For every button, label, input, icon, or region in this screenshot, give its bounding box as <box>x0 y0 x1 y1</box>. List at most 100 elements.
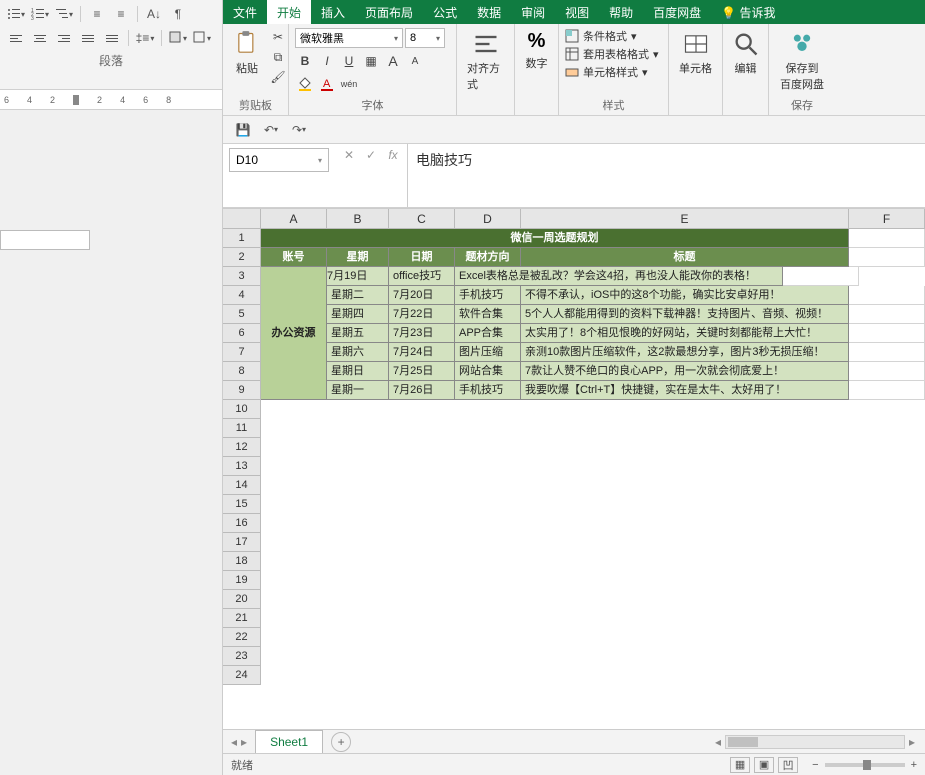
select-all-corner[interactable] <box>223 209 261 229</box>
cell[interactable]: 标题 <box>521 248 849 267</box>
tab-view[interactable]: 视图 <box>555 0 599 24</box>
row-header[interactable]: 17 <box>223 533 261 552</box>
indent-increase-icon[interactable]: ≡ <box>111 4 131 24</box>
formula-bar[interactable]: 电脑技巧 <box>407 144 925 207</box>
add-sheet-button[interactable]: + <box>331 732 351 752</box>
italic-button[interactable]: I <box>317 51 337 71</box>
cell[interactable]: APP合集 <box>455 324 521 343</box>
tab-file[interactable]: 文件 <box>223 0 267 24</box>
cell[interactable]: 7月22日 <box>389 305 455 324</box>
line-spacing-icon[interactable]: ‡≡▾ <box>135 28 155 48</box>
editing-button[interactable]: 编辑 <box>729 28 762 78</box>
view-pagebreak-icon[interactable]: 凹 <box>778 757 798 773</box>
format-painter-icon[interactable]: 🖌 <box>269 68 287 86</box>
cell[interactable]: 7月24日 <box>389 343 455 362</box>
save-baidu-button[interactable]: 保存到 百度网盘 <box>775 28 829 94</box>
row-header[interactable]: 10 <box>223 400 261 419</box>
row-header[interactable]: 19 <box>223 571 261 590</box>
cell[interactable] <box>783 267 859 286</box>
cell[interactable]: 手机技巧 <box>455 286 521 305</box>
indent-decrease-icon[interactable]: ≡ <box>87 4 107 24</box>
cell[interactable] <box>849 248 925 267</box>
fx-icon[interactable]: fx <box>385 148 401 162</box>
col-header[interactable]: C <box>389 209 455 229</box>
row-header[interactable]: 7 <box>223 343 261 362</box>
col-header[interactable]: B <box>327 209 389 229</box>
underline-button[interactable]: U <box>339 51 359 71</box>
hscrollbar[interactable] <box>725 735 905 749</box>
distribute-icon[interactable] <box>102 28 122 48</box>
row-header[interactable]: 6 <box>223 324 261 343</box>
cell[interactable]: 7月20日 <box>389 286 455 305</box>
cell[interactable]: 7款让人赞不绝口的良心APP，用一次就会彻底爱上！ <box>521 362 849 381</box>
cell[interactable]: 不得不承认，iOS中的这8个功能，确实比安卓好用！ <box>521 286 849 305</box>
row-header[interactable]: 9 <box>223 381 261 400</box>
tab-layout[interactable]: 页面布局 <box>355 0 423 24</box>
row-header[interactable]: 1 <box>223 229 261 248</box>
cell[interactable] <box>849 229 925 248</box>
multilevel-list-icon[interactable]: ▾ <box>54 4 74 24</box>
bold-button[interactable]: B <box>295 51 315 71</box>
col-header[interactable]: E <box>521 209 849 229</box>
cell[interactable]: 图片压缩 <box>455 343 521 362</box>
cell[interactable]: 亲测10款图片压缩软件，这2款最想分享，图片3秒无损压缩！ <box>521 343 849 362</box>
row-header[interactable]: 16 <box>223 514 261 533</box>
cell[interactable]: 星期 <box>327 248 389 267</box>
redo-icon[interactable]: ↷▾ <box>289 120 309 140</box>
cell[interactable]: 7月23日 <box>389 324 455 343</box>
font-size-select[interactable]: 8▾ <box>405 28 445 48</box>
zoom-slider[interactable] <box>825 763 905 767</box>
col-header[interactable]: F <box>849 209 925 229</box>
cell[interactable]: 软件合集 <box>455 305 521 324</box>
tab-review[interactable]: 审阅 <box>511 0 555 24</box>
grow-font-icon[interactable]: A <box>383 51 403 71</box>
font-name-select[interactable]: 微软雅黑▾ <box>295 28 403 48</box>
tell-me[interactable]: 💡 告诉我 <box>711 0 785 24</box>
phonetic-icon[interactable]: wén <box>339 74 359 94</box>
cell[interactable]: 办公资源 <box>261 267 327 400</box>
cell[interactable]: 星期一 <box>327 381 389 400</box>
cell[interactable] <box>849 286 925 305</box>
cell[interactable]: 星期日 <box>327 362 389 381</box>
row-header[interactable]: 20 <box>223 590 261 609</box>
row-header[interactable]: 22 <box>223 628 261 647</box>
row-header[interactable]: 13 <box>223 457 261 476</box>
cell[interactable]: 账号 <box>261 248 327 267</box>
shading-icon[interactable]: ▾ <box>168 28 188 48</box>
cell[interactable]: 7月25日 <box>389 362 455 381</box>
cell[interactable]: 题材方向 <box>455 248 521 267</box>
accept-formula-icon[interactable]: ✓ <box>363 148 379 162</box>
cell[interactable] <box>849 343 925 362</box>
cell[interactable]: 5个人人都能用得到的资料下载神器！支持图片、音频、视频！ <box>521 305 849 324</box>
cell[interactable]: 星期六 <box>327 343 389 362</box>
cell[interactable]: 微信一周选题规划 <box>261 229 849 248</box>
cancel-formula-icon[interactable]: ✕ <box>341 148 357 162</box>
row-header[interactable]: 3 <box>223 267 261 286</box>
bullet-list-icon[interactable]: ▾ <box>6 4 26 24</box>
hscroll-left-icon[interactable]: ◂ <box>715 735 721 749</box>
row-header[interactable]: 21 <box>223 609 261 628</box>
paste-button[interactable]: 粘贴 <box>229 28 265 78</box>
row-header[interactable]: 8 <box>223 362 261 381</box>
row-header[interactable]: 15 <box>223 495 261 514</box>
tab-baidu[interactable]: 百度网盘 <box>643 0 711 24</box>
number-list-icon[interactable]: 123▾ <box>30 4 50 24</box>
view-normal-icon[interactable]: ▦ <box>730 757 750 773</box>
tab-formula[interactable]: 公式 <box>423 0 467 24</box>
align-justify-icon[interactable] <box>78 28 98 48</box>
cell[interactable] <box>849 324 925 343</box>
cell-style-button[interactable]: 单元格样式▾ <box>565 64 662 80</box>
cell[interactable]: 星期五 <box>327 324 389 343</box>
tab-data[interactable]: 数据 <box>467 0 511 24</box>
number-format-button[interactable]: % 数字 <box>521 28 552 73</box>
borders-icon[interactable]: ▾ <box>192 28 212 48</box>
view-layout-icon[interactable]: ▣ <box>754 757 774 773</box>
row-header[interactable]: 11 <box>223 419 261 438</box>
cut-icon[interactable]: ✂ <box>269 28 287 46</box>
shrink-font-icon[interactable]: A <box>405 51 425 71</box>
cell[interactable]: 日期 <box>389 248 455 267</box>
cell[interactable]: 7月19日 <box>323 267 389 286</box>
tab-insert[interactable]: 插入 <box>311 0 355 24</box>
row-header[interactable]: 12 <box>223 438 261 457</box>
align-center-icon[interactable] <box>30 28 50 48</box>
